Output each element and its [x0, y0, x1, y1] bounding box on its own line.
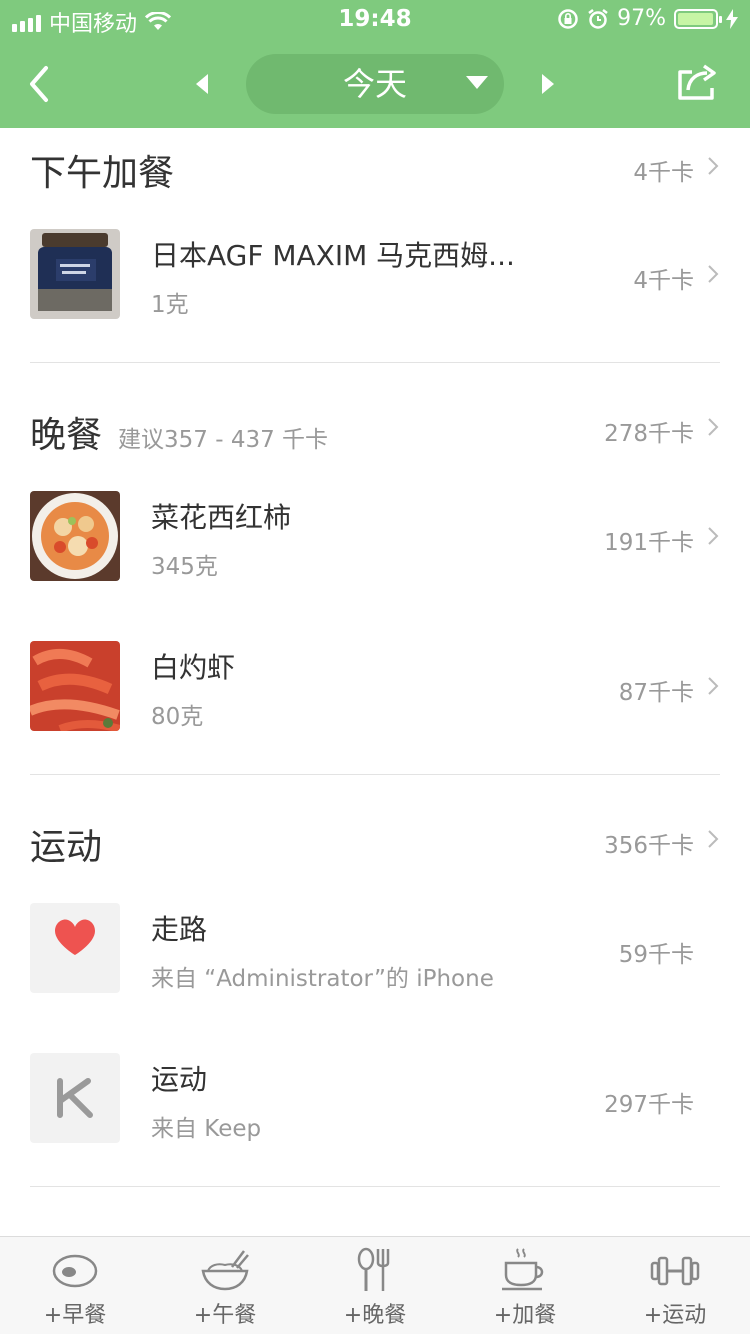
section-total-dinner[interactable]: 278千卡 [604, 414, 694, 448]
shrimp-image [30, 641, 120, 731]
tab-add-exercise[interactable]: +运动 [600, 1237, 750, 1335]
battery-fill [678, 12, 713, 25]
tab-label: +晚餐 [343, 1303, 407, 1328]
dinner-title: 晚餐 [30, 415, 103, 456]
spoon-fork-icon [357, 1247, 390, 1291]
chevron-right-icon[interactable] [706, 828, 720, 850]
section-title-dinner: 晚餐 建议357 - 437 千卡 [30, 406, 328, 458]
exercise-source: 来自 Keep [151, 1116, 262, 1142]
tab-label: +加餐 [493, 1303, 557, 1328]
food-amount: 80克 [151, 704, 204, 730]
tab-label: +运动 [643, 1303, 707, 1328]
food-amount: 345克 [151, 554, 218, 580]
status-bar: 中国移动 19:48 97% [0, 0, 750, 40]
coffee-cup-icon [502, 1248, 544, 1291]
alarm-icon [588, 8, 608, 29]
cauliflower-dish-image [30, 491, 120, 581]
dinner-suggestion: 建议357 - 437 千卡 [118, 427, 329, 453]
battery-icon [674, 8, 722, 29]
back-chevron-icon[interactable] [22, 62, 62, 106]
exercise-name: 走路 [151, 913, 208, 946]
tab-add-dinner[interactable]: +晚餐 [300, 1237, 450, 1335]
food-thumbnail-coffee[interactable] [30, 229, 120, 319]
caret-down-icon [466, 76, 488, 89]
chevron-right-icon[interactable] [706, 263, 720, 285]
charging-bolt-icon [726, 8, 738, 29]
share-icon[interactable] [676, 62, 718, 102]
keep-app-tile [30, 1053, 120, 1143]
section-title-exercise: 运动 [30, 827, 103, 868]
date-label: 今天 [342, 65, 407, 103]
rotation-lock-icon [558, 8, 578, 29]
section-total-exercise[interactable]: 356千卡 [604, 826, 694, 860]
bottom-tab-bar: +早餐 +午餐 +晚餐 +加餐 +运动 [0, 1236, 750, 1334]
tab-add-breakfast[interactable]: +早餐 [0, 1237, 150, 1335]
food-amount: 1克 [151, 292, 189, 318]
chevron-right-icon[interactable] [706, 155, 720, 177]
chevron-right-icon[interactable] [706, 525, 720, 547]
exercise-kcal: 59千卡 [618, 942, 694, 968]
food-thumbnail-cauliflower-tomato[interactable] [30, 491, 120, 581]
keep-logo-icon [57, 1078, 93, 1118]
status-right: 97% [557, 6, 738, 31]
tab-label: +午餐 [193, 1303, 257, 1328]
tab-label: +早餐 [43, 1303, 107, 1328]
app-header: 中国移动 19:48 97% 今天 [0, 0, 750, 128]
bowl-icon [201, 1250, 249, 1291]
health-app-tile [30, 903, 120, 993]
divider [30, 1186, 720, 1187]
food-name[interactable]: 白灼虾 [151, 646, 235, 686]
exercise-source: 来自 “Administrator”的 iPhone [151, 966, 494, 992]
previous-day-icon[interactable] [190, 70, 214, 98]
coffee-jar-image [30, 229, 120, 319]
divider [30, 774, 720, 775]
chevron-right-icon[interactable] [706, 675, 720, 697]
food-thumbnail-shrimp[interactable] [30, 641, 120, 731]
food-kcal[interactable]: 4千卡 [633, 261, 694, 295]
food-name[interactable]: 菜花西红柿 [151, 496, 291, 536]
egg-icon [52, 1254, 98, 1288]
battery-percent: 97% [617, 6, 666, 31]
exercise-kcal: 297千卡 [604, 1092, 694, 1118]
exercise-name: 运动 [151, 1063, 208, 1096]
food-kcal[interactable]: 191千卡 [604, 523, 694, 557]
tab-add-snack[interactable]: +加餐 [450, 1237, 600, 1335]
food-kcal[interactable]: 87千卡 [619, 673, 694, 707]
dumbbell-icon [650, 1256, 700, 1286]
section-total-afternoon-snack[interactable]: 4千卡 [633, 153, 694, 187]
tab-add-lunch[interactable]: +午餐 [150, 1237, 300, 1335]
chevron-right-icon[interactable] [706, 416, 720, 438]
divider [30, 362, 720, 363]
next-day-icon[interactable] [536, 70, 560, 98]
section-title-afternoon-snack: 下午加餐 [30, 153, 175, 194]
heart-icon [55, 919, 95, 955]
food-name[interactable]: 日本AGF MAXIM 马克西姆... [151, 234, 515, 274]
date-selector[interactable]: 今天 [246, 54, 504, 114]
